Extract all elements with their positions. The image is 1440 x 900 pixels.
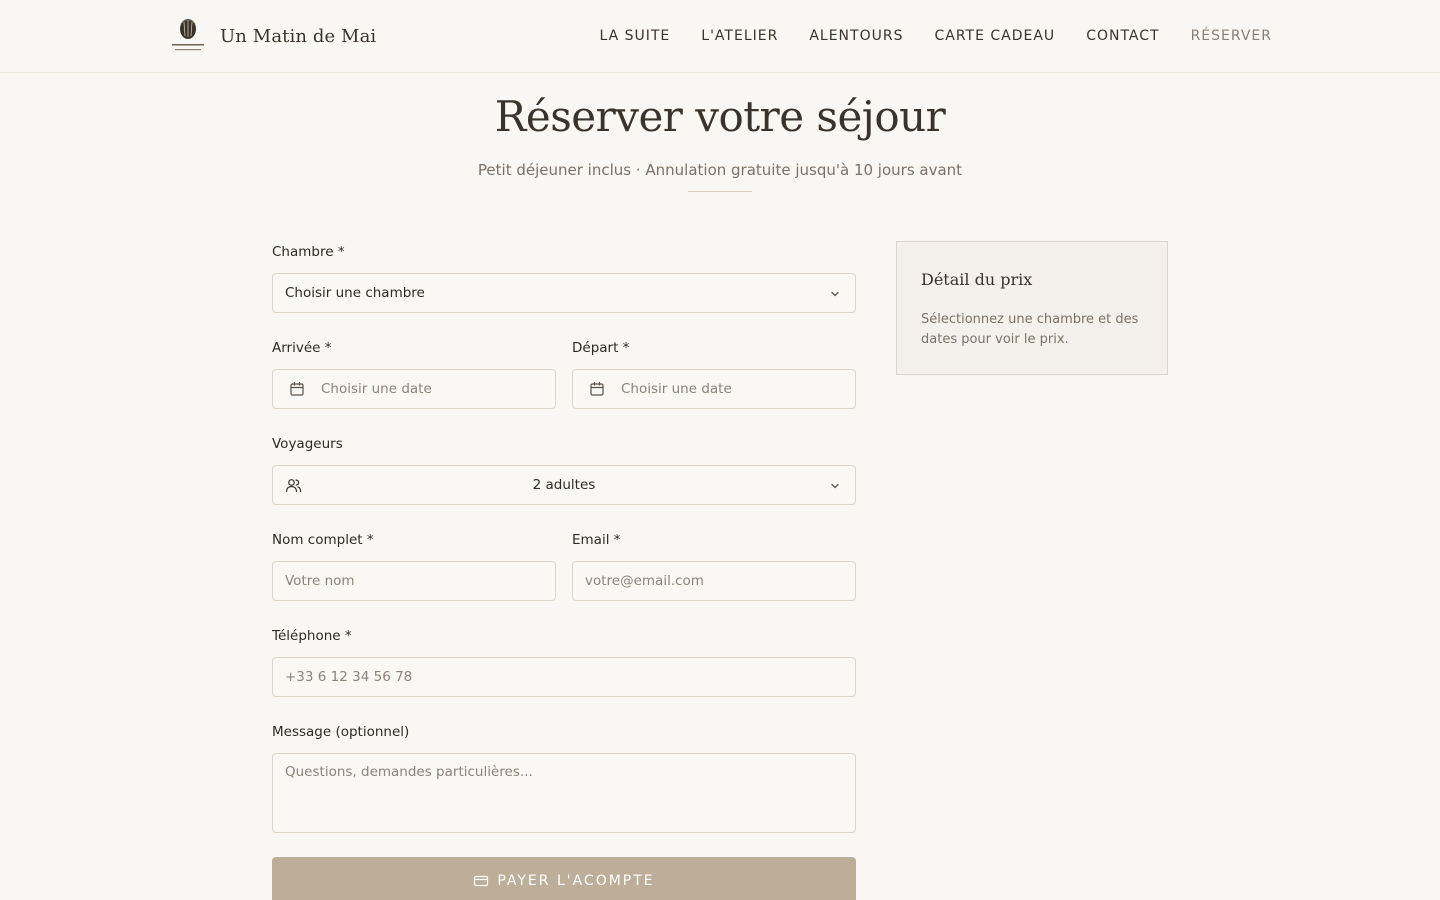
nav-reserver[interactable]: RÉSERVER	[1191, 28, 1272, 44]
chevron-down-icon	[831, 291, 839, 297]
name-label: Nom complet *	[272, 532, 374, 548]
brand-name: Un Matin de Mai	[220, 25, 377, 47]
price-detail-title: Détail du prix	[921, 270, 1033, 289]
email-field-wrapper	[572, 561, 856, 601]
flower-logo-icon	[172, 19, 204, 51]
title-divider	[688, 191, 752, 192]
email-input[interactable]	[573, 562, 855, 600]
message-textarea[interactable]	[273, 754, 855, 832]
nav-carte-cadeau[interactable]: CARTE CADEAU	[934, 28, 1055, 44]
nav-alentours[interactable]: ALENTOURS	[809, 28, 903, 44]
price-detail-card: Détail du prix Sélectionnez une chambre …	[896, 241, 1168, 375]
phone-input[interactable]	[273, 658, 855, 696]
nav-contact[interactable]: CONTACT	[1086, 28, 1159, 44]
guests-select-value: 2 adultes	[532, 477, 596, 493]
arrival-date-picker[interactable]: Choisir une date	[272, 369, 556, 409]
guests-select[interactable]: 2 adultes	[272, 465, 856, 505]
phone-field-wrapper	[272, 657, 856, 697]
name-input[interactable]	[273, 562, 555, 600]
price-detail-hint: Sélectionnez une chambre et des dates po…	[921, 312, 1139, 347]
main-nav: LA SUITE L'ATELIER ALENTOURS CARTE CADEA…	[568, 0, 1272, 72]
departure-date-picker[interactable]: Choisir une date	[572, 369, 856, 409]
chevron-down-icon	[831, 483, 839, 489]
home-link[interactable]: Un Matin de Mai	[168, 18, 376, 54]
pay-deposit-button[interactable]: PAYER L'ACOMPTE	[272, 857, 856, 900]
calendar-icon	[590, 381, 604, 396]
nav-latelier[interactable]: L'ATELIER	[701, 28, 778, 44]
calendar-icon	[290, 381, 304, 396]
message-field-wrapper	[272, 753, 856, 833]
credit-card-icon	[474, 875, 489, 887]
room-label: Chambre *	[272, 244, 345, 260]
email-label: Email *	[572, 532, 621, 548]
page-title: Réserver votre séjour	[494, 92, 946, 141]
users-icon	[285, 479, 302, 493]
message-label: Message (optionnel)	[272, 724, 410, 740]
arrival-date-value: Choisir une date	[321, 381, 432, 397]
departure-date-value: Choisir une date	[621, 381, 732, 397]
page-subtitle: Petit déjeuner inclus · Annulation gratu…	[477, 161, 963, 179]
site-header: Un Matin de Mai LA SUITE L'ATELIER ALENT…	[0, 0, 1440, 73]
pay-deposit-label: PAYER L'ACOMPTE	[497, 873, 655, 889]
name-field-wrapper	[272, 561, 556, 601]
phone-label: Téléphone *	[272, 628, 352, 644]
arrival-label: Arrivée *	[272, 340, 332, 356]
nav-la-suite[interactable]: LA SUITE	[599, 28, 670, 44]
room-select-value: Choisir une chambre	[285, 285, 425, 301]
departure-label: Départ *	[572, 340, 630, 356]
room-select[interactable]: Choisir une chambre	[272, 273, 856, 313]
guests-label: Voyageurs	[272, 436, 343, 452]
